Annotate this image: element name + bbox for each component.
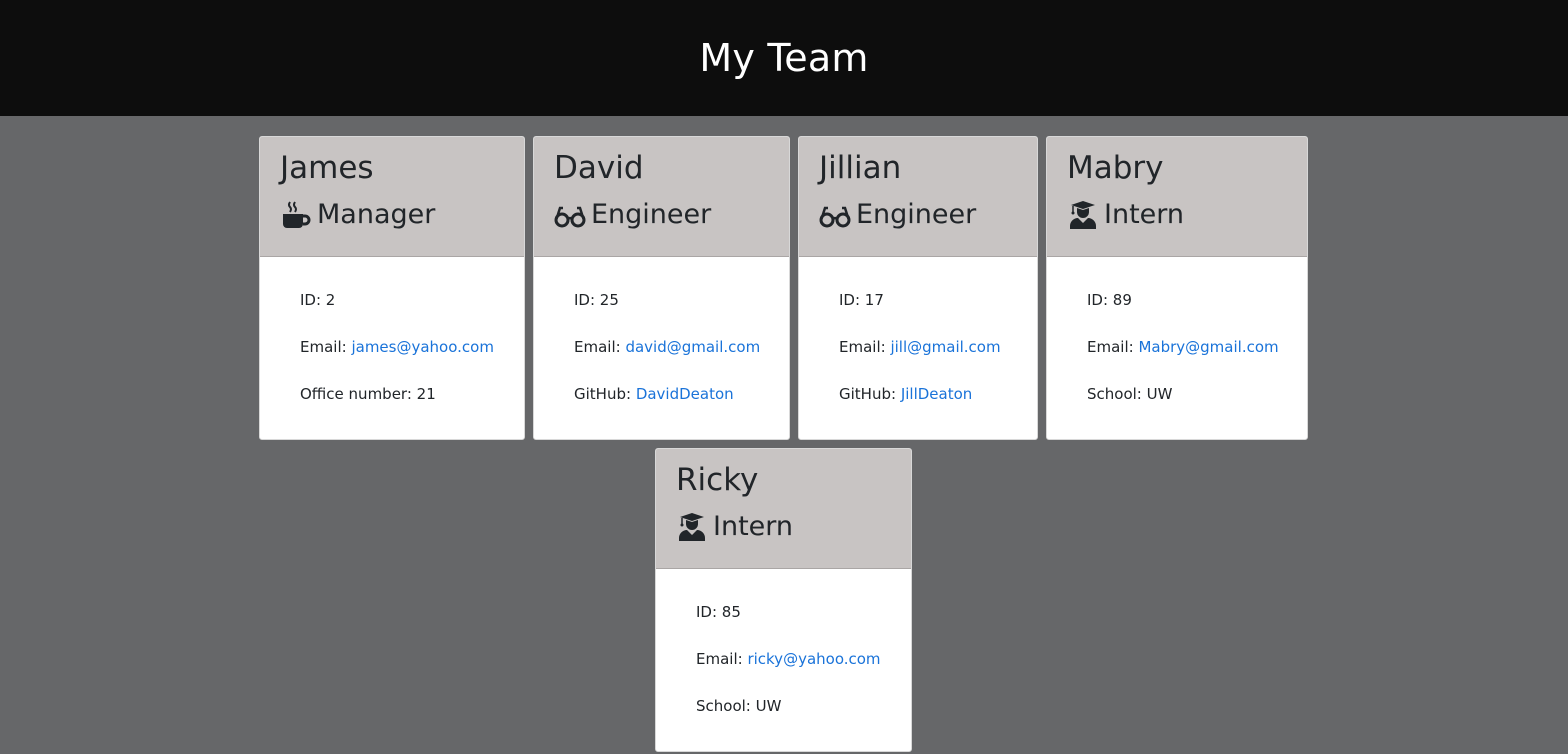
card-header: Mabry Intern [1047,137,1307,257]
email-link[interactable]: ricky@yahoo.com [747,650,880,668]
member-role: Engineer [554,197,769,233]
github-label: GitHub: [839,385,901,403]
github-row: GitHub: DavidDeaton [574,385,789,432]
graduate-icon [676,511,708,543]
email-label: Email: [696,650,748,668]
id-value: 89 [1112,291,1132,309]
card-header: Jillian Engineer [799,137,1037,257]
id-row: ID: 89 [1087,291,1307,338]
id-value: 25 [599,291,619,309]
github-link[interactable]: DavidDeaton [636,385,734,403]
member-name: James [280,150,374,186]
member-role-label: Manager [317,199,436,230]
email-label: Email: [574,338,626,356]
team-card-intern: Ricky Intern ID: 85 Email: ricky@yahoo.c… [655,448,912,752]
card-header: Ricky Intern [656,449,911,569]
email-link[interactable]: jill@gmail.com [890,338,1000,356]
team-card-manager: James Manager ID: 2 Email: james@yahoo.c… [259,136,525,440]
email-link[interactable]: david@gmail.com [625,338,760,356]
member-role: Engineer [819,197,1017,233]
email-row: Email: Mabry@gmail.com [1087,338,1307,385]
id-value: 2 [325,291,336,309]
school-label: School: [1087,385,1147,403]
member-name: David [554,150,644,186]
github-label: GitHub: [574,385,636,403]
office-row: Office number: 21 [300,385,524,432]
school-row: School: UW [1087,385,1307,432]
office-value: 21 [416,385,436,403]
id-row: ID: 17 [839,291,1037,338]
id-row: ID: 2 [300,291,524,338]
page-header: My Team [0,0,1568,116]
card-body: ID: 85 Email: ricky@yahoo.com School: UW [656,569,911,744]
card-header: James Manager [260,137,524,257]
school-value: UW [1146,385,1173,403]
card-header: David Engineer [534,137,789,257]
office-label: Office number: [300,385,417,403]
graduate-icon [1067,199,1099,231]
member-role: Intern [1067,197,1287,233]
id-label: ID: [839,291,865,309]
id-value: 85 [721,603,741,621]
member-name: Ricky [676,462,759,498]
member-role: Manager [280,197,504,233]
id-value: 17 [864,291,884,309]
id-label: ID: [300,291,326,309]
email-label: Email: [839,338,891,356]
email-link[interactable]: james@yahoo.com [351,338,494,356]
email-row: Email: jill@gmail.com [839,338,1037,385]
member-name: Jillian [819,150,902,186]
member-role-label: Engineer [856,199,977,230]
school-label: School: [696,697,756,715]
email-row: Email: ricky@yahoo.com [696,650,911,697]
card-body: ID: 89 Email: Mabry@gmail.com School: UW [1047,257,1307,432]
member-role-label: Intern [1104,199,1185,230]
page-title: My Team [699,36,869,80]
card-body: ID: 2 Email: james@yahoo.com Office numb… [260,257,524,432]
email-label: Email: [1087,338,1139,356]
id-row: ID: 85 [696,603,911,650]
email-label: Email: [300,338,352,356]
github-row: GitHub: JillDeaton [839,385,1037,432]
glasses-icon [554,199,586,231]
school-value: UW [755,697,782,715]
coffee-mug-icon [280,199,312,231]
team-card-engineer: David Engineer ID: 25 Email: david@gmail… [533,136,790,440]
member-name: Mabry [1067,150,1164,186]
member-role: Intern [676,509,891,545]
member-role-label: Engineer [591,199,712,230]
glasses-icon [819,199,851,231]
email-link[interactable]: Mabry@gmail.com [1138,338,1278,356]
id-label: ID: [1087,291,1113,309]
email-row: Email: james@yahoo.com [300,338,524,385]
card-body: ID: 25 Email: david@gmail.com GitHub: Da… [534,257,789,432]
school-row: School: UW [696,697,911,744]
card-body: ID: 17 Email: jill@gmail.com GitHub: Jil… [799,257,1037,432]
id-label: ID: [696,603,722,621]
github-link[interactable]: JillDeaton [901,385,972,403]
member-role-label: Intern [713,511,794,542]
id-label: ID: [574,291,600,309]
team-card-intern: Mabry Intern ID: 89 Email: Mabry@gmail.c… [1046,136,1308,440]
email-row: Email: david@gmail.com [574,338,789,385]
id-row: ID: 25 [574,291,789,338]
team-card-engineer: Jillian Engineer ID: 17 Email: jill@gmai… [798,136,1038,440]
